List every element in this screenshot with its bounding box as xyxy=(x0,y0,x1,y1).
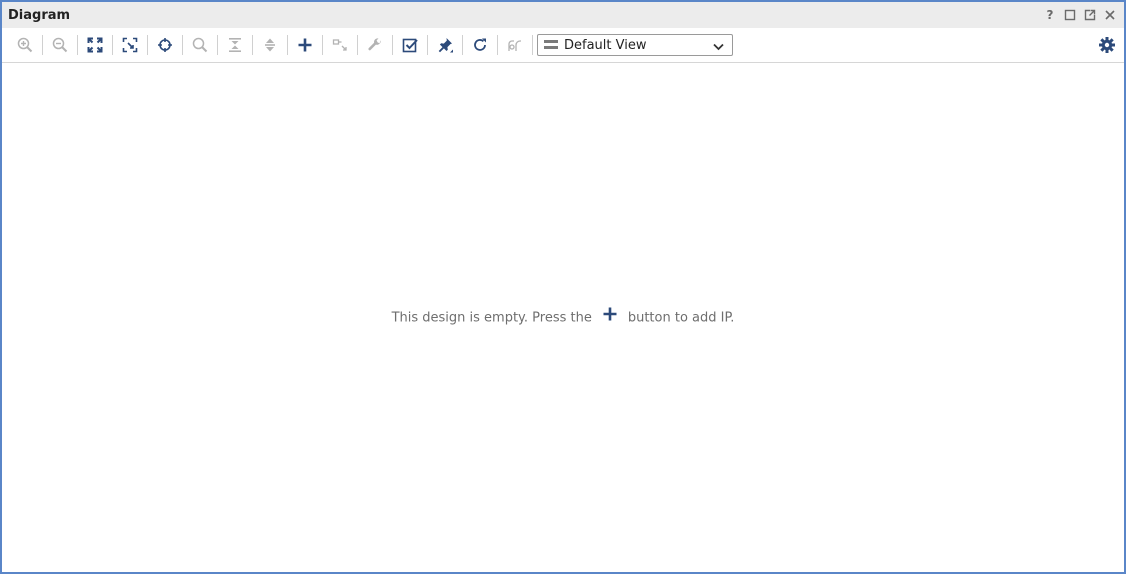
zoom-fit-icon[interactable] xyxy=(83,33,107,57)
title-bar: Diagram ? xyxy=(2,2,1124,28)
toolbar-separator xyxy=(462,35,463,55)
zoom-in-icon[interactable] xyxy=(13,33,37,57)
toolbar-separator xyxy=(42,35,43,55)
toolbar-separator xyxy=(77,35,78,55)
toolbar-separator xyxy=(182,35,183,55)
wrench-icon[interactable] xyxy=(363,33,387,57)
toolbar-separator xyxy=(112,35,113,55)
help-icon[interactable]: ? xyxy=(1042,7,1058,23)
toolbar-separator xyxy=(287,35,288,55)
collapse-all-icon[interactable] xyxy=(223,33,247,57)
toolbar-separator xyxy=(497,35,498,55)
optimize-routing-icon[interactable] xyxy=(503,33,527,57)
regenerate-layout-icon[interactable] xyxy=(468,33,492,57)
view-select-value: Default View xyxy=(564,37,647,53)
empty-design-message: This design is empty. Press the button to… xyxy=(2,306,1124,328)
close-icon[interactable] xyxy=(1102,7,1118,23)
search-icon[interactable] xyxy=(188,33,212,57)
toolbar-separator xyxy=(217,35,218,55)
empty-text-after: button to add IP. xyxy=(627,310,735,326)
add-ip-icon[interactable] xyxy=(602,306,618,326)
validate-icon[interactable] xyxy=(398,33,422,57)
zoom-area-icon[interactable] xyxy=(118,33,142,57)
autoconnect-pin-icon[interactable] xyxy=(433,33,457,57)
toolbar-separator xyxy=(252,35,253,55)
toolbar-separator xyxy=(427,35,428,55)
chevron-down-icon xyxy=(713,40,724,55)
empty-text-before: This design is empty. Press the xyxy=(391,310,592,326)
toolbar-separator xyxy=(357,35,358,55)
maximize-icon[interactable] xyxy=(1062,7,1078,23)
zoom-out-icon[interactable] xyxy=(48,33,72,57)
view-select-dropdown[interactable]: Default View xyxy=(537,34,733,56)
window-controls: ? xyxy=(1042,2,1118,28)
gear-icon[interactable] xyxy=(1098,36,1116,54)
expand-all-icon[interactable] xyxy=(258,33,282,57)
toolbar-separator xyxy=(322,35,323,55)
diagram-toolbar: Default View xyxy=(2,28,1124,63)
float-icon[interactable] xyxy=(1082,7,1098,23)
diagram-canvas[interactable]: This design is empty. Press the button to… xyxy=(2,63,1124,572)
window-title: Diagram xyxy=(8,7,71,23)
diagram-window: Diagram ? Default View This design is em… xyxy=(0,0,1126,574)
center-icon[interactable] xyxy=(153,33,177,57)
view-layout-icon xyxy=(544,39,558,51)
toolbar-separator xyxy=(392,35,393,55)
toolbar-separator xyxy=(532,35,533,55)
make-external-icon[interactable] xyxy=(328,33,352,57)
add-ip-icon[interactable] xyxy=(293,33,317,57)
toolbar-separator xyxy=(147,35,148,55)
